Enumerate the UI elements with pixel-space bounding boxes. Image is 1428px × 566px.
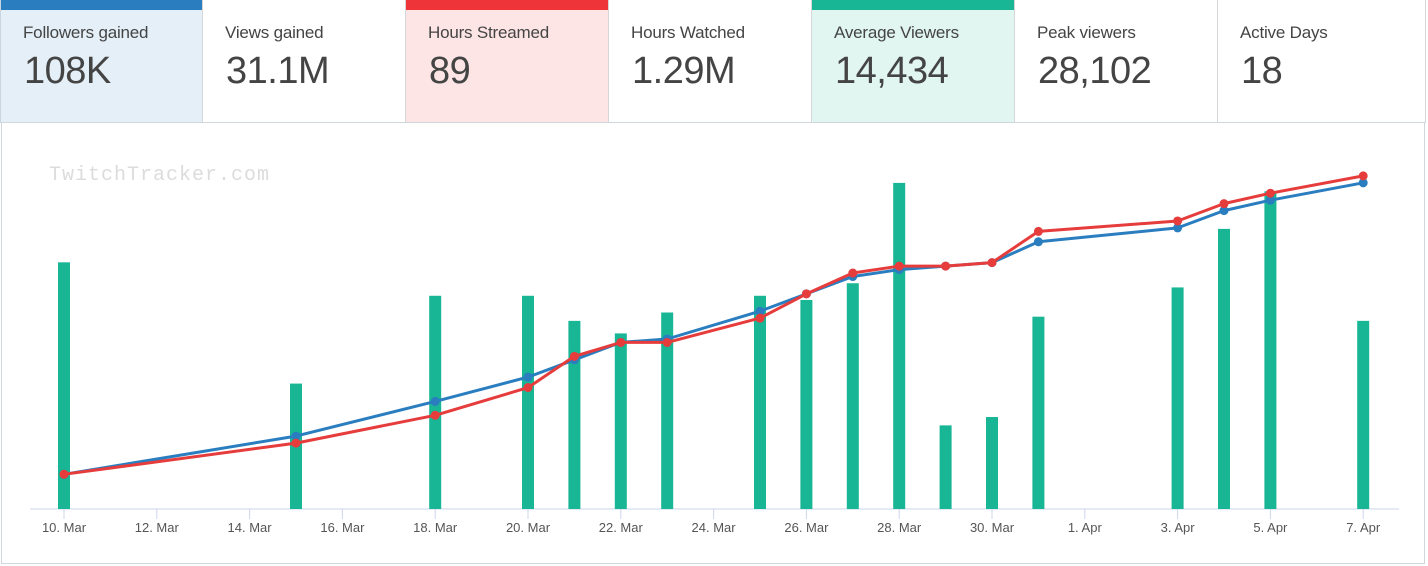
line-views-point (1265, 188, 1275, 198)
line-views-point (616, 337, 626, 347)
stat-label: Followers gained (23, 23, 149, 42)
x-tick-label: 7. Apr (1346, 520, 1381, 535)
bar-hours-streamed (1032, 316, 1045, 509)
line-views-point (941, 261, 951, 271)
stat-label: Average Viewers (834, 23, 959, 42)
x-tick-label: 16. Mar (320, 520, 365, 535)
line-views-point (987, 258, 997, 268)
card-accent-bar (1, 0, 202, 10)
x-tick-label: 20. Mar (506, 520, 551, 535)
x-tick-label: 12. Mar (135, 520, 180, 535)
card-accent-bar (406, 0, 608, 10)
x-tick-label: 30. Mar (970, 520, 1015, 535)
stat-value: 14,434 (835, 50, 949, 92)
chart-panel: TwitchTracker.com 10. Mar 12. Mar 14. Mar 1… (1, 122, 1425, 564)
stat-label: Hours Watched (631, 23, 745, 42)
stat-card-peak-viewers[interactable]: Peak viewers 28,102 (1015, 0, 1218, 122)
bar-hours-streamed (1218, 228, 1230, 509)
stat-label: Active Days (1240, 23, 1328, 42)
x-tick-label: 5. Apr (1253, 520, 1288, 535)
stat-value: 89 (429, 50, 471, 92)
bar-hours-streamed (893, 182, 906, 509)
bar-hours-streamed (754, 295, 766, 509)
stat-card-followers-gained[interactable]: Followers gained 108K (0, 0, 203, 122)
bar-hours-streamed (846, 283, 859, 509)
stat-card-average-viewers[interactable]: Average Viewers 14,434 (812, 0, 1015, 122)
line-views-point (755, 313, 765, 323)
stat-card-hours-streamed[interactable]: Hours Streamed 89 (406, 0, 609, 122)
bar-hours-streamed (568, 320, 581, 509)
card-accent-bar (812, 0, 1014, 10)
line-views-point (569, 351, 579, 361)
x-tick-label: 22. Mar (599, 520, 644, 535)
x-tick-label: 10. Mar (42, 520, 87, 535)
x-tick-label: 14. Mar (228, 520, 273, 535)
stat-value: 18 (1241, 50, 1283, 92)
x-tick-label: 3. Apr (1161, 520, 1196, 535)
stat-value: 108K (24, 50, 111, 92)
line-views-point (662, 337, 672, 347)
stats-cards: Followers gained 108K Views gained 31.1M Hou… (0, 0, 1426, 123)
stat-label: Peak viewers (1037, 23, 1136, 42)
line-followers-point (523, 372, 533, 382)
stream-chart: 10. Mar 12. Mar 14. Mar 16. Mar 18. Mar 20. M… (30, 171, 1399, 535)
line-views-point (523, 383, 533, 393)
line-views-point (1219, 199, 1229, 209)
x-tick-label: 18. Mar (413, 520, 458, 535)
x-tick-label: 26. Mar (784, 520, 829, 535)
bar-hours-streamed (522, 295, 534, 509)
x-tick-label: 24. Mar (692, 520, 737, 535)
bar-hours-streamed (1171, 287, 1184, 509)
stat-label: Views gained (225, 23, 324, 42)
bar-hours-streamed (614, 333, 627, 509)
line-views-point (801, 289, 811, 299)
bar-hours-streamed (986, 417, 998, 509)
bar-hours-streamed (939, 425, 952, 509)
line-views-point (59, 469, 69, 479)
line-views-point (894, 261, 904, 271)
line-views-point (291, 438, 301, 448)
line-followers (63, 181, 1364, 476)
bar-hours-streamed (1357, 320, 1370, 509)
line-views-point (848, 268, 858, 278)
stat-value: 28,102 (1038, 50, 1152, 92)
line-views-point (1358, 171, 1368, 181)
stat-card-hours-watched[interactable]: Hours Watched 1.29M (609, 0, 812, 122)
line-views-point (430, 410, 440, 420)
line-followers-point (430, 396, 440, 406)
line-views-point (1173, 216, 1183, 226)
x-tick-label: 1. Apr (1068, 520, 1103, 535)
stat-label: Hours Streamed (428, 23, 549, 42)
bar-hours-streamed (1264, 191, 1277, 509)
line-views-point (1033, 226, 1043, 236)
stat-card-active-days[interactable]: Active Days 18 (1218, 0, 1426, 122)
bar-hours-streamed (800, 299, 813, 509)
line-followers-point (1033, 237, 1043, 247)
stat-value: 31.1M (226, 50, 330, 92)
stat-value: 1.29M (632, 50, 736, 92)
x-tick-label: 28. Mar (877, 520, 922, 535)
stat-card-views-gained[interactable]: Views gained 31.1M (203, 0, 406, 122)
